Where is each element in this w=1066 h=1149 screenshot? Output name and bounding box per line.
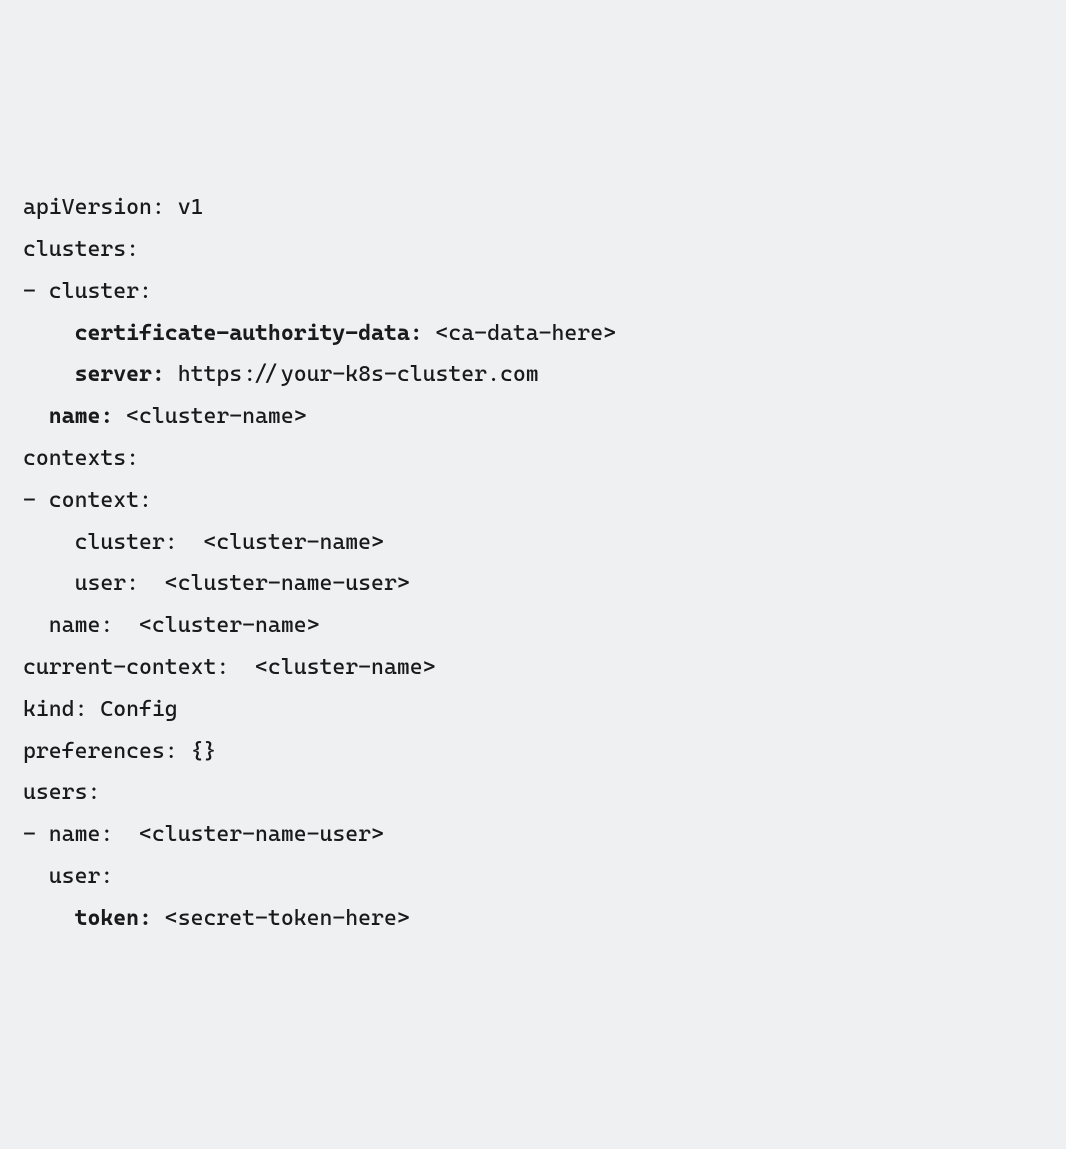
code-line-15: users: xyxy=(23,780,100,805)
indent xyxy=(23,906,75,931)
indent xyxy=(23,362,75,387)
value: <secret-token-here> xyxy=(152,906,410,931)
key-bold: name: xyxy=(49,404,113,429)
code-line-5: server: https://your-k8s-cluster.com xyxy=(23,362,539,387)
code-line-8: - context: xyxy=(23,488,152,513)
code-line-10: user: <cluster-name-user> xyxy=(23,571,410,596)
code-line-1: apiVersion: v1 xyxy=(23,195,203,220)
value: v1 xyxy=(165,195,204,220)
code-line-16: - name: <cluster-name-user> xyxy=(23,822,384,847)
key: apiVersion: xyxy=(23,195,165,220)
code-line-2: clusters: xyxy=(23,237,139,262)
code-line-11: name: <cluster-name> xyxy=(23,613,319,638)
value: https://your-k8s-cluster.com xyxy=(165,362,539,387)
key-bold: certificate-authority-data: xyxy=(75,321,423,346)
code-line-14: preferences: {} xyxy=(23,739,216,764)
value: <ca-data-here> xyxy=(423,321,616,346)
kubeconfig-code-block: apiVersion: v1 clusters: - cluster: cert… xyxy=(23,187,1043,939)
code-line-13: kind: Config xyxy=(23,697,178,722)
code-line-6: name: <cluster-name> xyxy=(23,404,307,429)
code-line-7: contexts: xyxy=(23,446,139,471)
indent xyxy=(23,404,49,429)
code-line-12: current-context: <cluster-name> xyxy=(23,655,436,680)
code-line-3: - cluster: xyxy=(23,279,152,304)
code-line-9: cluster: <cluster-name> xyxy=(23,530,384,555)
code-line-17: user: xyxy=(23,864,113,889)
indent xyxy=(23,321,75,346)
key-bold: token: xyxy=(75,906,152,931)
code-line-18: token: <secret-token-here> xyxy=(23,906,410,931)
value: <cluster-name> xyxy=(113,404,306,429)
code-line-4: certificate-authority-data: <ca-data-her… xyxy=(23,321,616,346)
key-bold: server: xyxy=(75,362,165,387)
